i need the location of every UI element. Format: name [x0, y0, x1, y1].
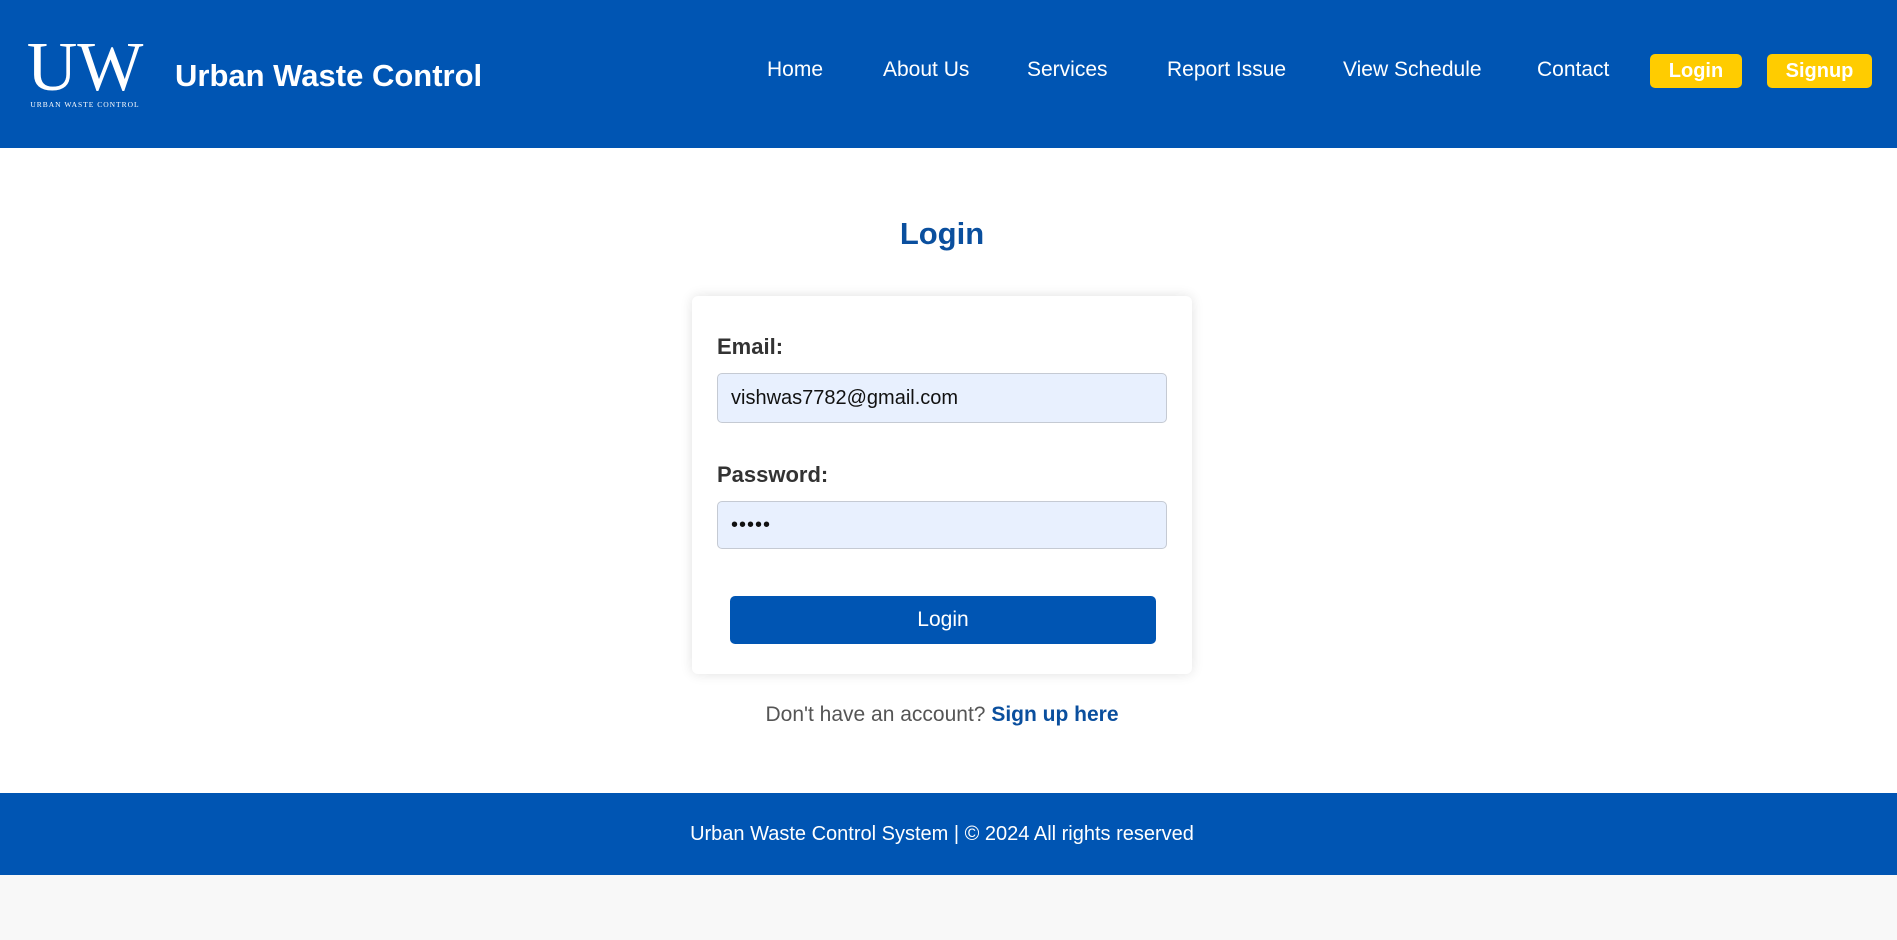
- login-submit-button[interactable]: Login: [730, 596, 1156, 644]
- email-label: Email:: [717, 334, 784, 359]
- main-content: Login Email: Password: Login Don't have …: [0, 148, 1897, 793]
- site-header: UW URBAN WASTE CONTROL Urban Waste Contr…: [0, 0, 1897, 148]
- signup-prompt-text: Don't have an account?: [765, 703, 986, 726]
- password-input[interactable]: [717, 501, 1167, 549]
- email-input[interactable]: [717, 373, 1167, 423]
- site-footer: Urban Waste Control System | © 2024 All …: [0, 793, 1897, 875]
- nav-contact[interactable]: Contact: [1537, 58, 1609, 82]
- uw-logo[interactable]: UW URBAN WASTE CONTROL: [16, 30, 154, 110]
- header-signup-button[interactable]: Signup: [1767, 54, 1872, 88]
- nav-about-us[interactable]: About Us: [883, 58, 969, 82]
- page-title: Login: [899, 216, 985, 251]
- footer-text: Urban Waste Control System | © 2024 All …: [690, 823, 1194, 845]
- password-label: Password:: [717, 462, 829, 487]
- nav-view-schedule[interactable]: View Schedule: [1343, 58, 1482, 82]
- nav-report-issue[interactable]: Report Issue: [1167, 58, 1286, 82]
- nav-services[interactable]: Services: [1027, 58, 1108, 82]
- svg-text:UW: UW: [27, 30, 144, 106]
- signup-prompt-line: Don't have an account? Sign up here: [0, 703, 1884, 727]
- site-title: Urban Waste Control: [175, 58, 483, 93]
- nav-home[interactable]: Home: [767, 58, 823, 82]
- header-login-button[interactable]: Login: [1650, 54, 1742, 88]
- svg-text:URBAN WASTE CONTROL: URBAN WASTE CONTROL: [30, 100, 139, 109]
- login-form: Email: Password: Login: [692, 296, 1192, 674]
- signup-link[interactable]: Sign up here: [991, 703, 1118, 726]
